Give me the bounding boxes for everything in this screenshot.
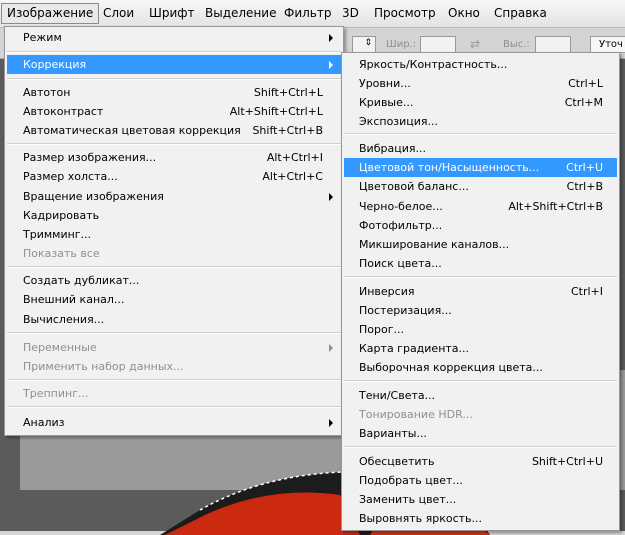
menu-item-photo-filter[interactable]: Фотофильтр...: [344, 216, 617, 235]
menu-item-adjustments[interactable]: Коррекция: [7, 55, 341, 74]
menu-item-crop[interactable]: Кадрировать: [7, 206, 341, 225]
menu-item-trim[interactable]: Тримминг...: [7, 225, 341, 244]
menu-item-trap: Треппинг...: [23, 387, 89, 400]
menu-item-shadows-highlights[interactable]: Тени/Света...: [344, 386, 617, 405]
width-label: Шир.:: [386, 39, 417, 50]
menu-item-apply-image[interactable]: Внешний канал...: [7, 290, 341, 309]
menu-item-color-balance[interactable]: Цветовой баланс... Ctrl+B: [344, 177, 617, 196]
menu-item-canvas-size[interactable]: Размер холста... Alt+Ctrl+C: [7, 167, 341, 186]
menu-item-variations[interactable]: Варианты...: [344, 424, 617, 443]
separator: [7, 266, 341, 268]
menu-item-apply-data-set: Применить набор данных...: [23, 360, 184, 373]
menu-item-gradient-map[interactable]: Карта градиента...: [344, 339, 617, 358]
menu-item-reveal-all: Показать все: [23, 247, 100, 260]
style-dropdown[interactable]: ⇕: [352, 36, 376, 53]
separator: [344, 133, 617, 135]
menu-type[interactable]: Шрифт: [144, 4, 200, 23]
refine-edge-button[interactable]: Уточ: [590, 36, 625, 53]
menu-item-match-color[interactable]: Подобрать цвет...: [344, 471, 617, 490]
menu-item-posterize[interactable]: Постеризация...: [344, 301, 617, 320]
menu-item-image-rotation[interactable]: Вращение изображения: [7, 187, 341, 206]
menu-window[interactable]: Окно: [443, 4, 485, 23]
menu-item-mode[interactable]: Режим: [7, 28, 341, 47]
adjustments-submenu: Яркость/Контрастность... Уровни... Ctrl+…: [341, 52, 620, 531]
menu-item-duplicate[interactable]: Создать дубликат...: [7, 271, 341, 290]
menu-item-invert[interactable]: Инверсия Ctrl+I: [344, 282, 617, 301]
refine-edge-label: Уточ: [599, 39, 623, 50]
separator: [7, 332, 341, 334]
menu-item-curves[interactable]: Кривые... Ctrl+M: [344, 93, 617, 112]
menu-item-threshold[interactable]: Порог...: [344, 320, 617, 339]
menu-item-replace-color[interactable]: Заменить цвет...: [344, 490, 617, 509]
menu-item-auto-tone[interactable]: Автотон Shift+Ctrl+L: [7, 83, 341, 102]
menu-help[interactable]: Справка: [489, 4, 552, 23]
separator: [7, 406, 341, 408]
submenu-arrow-icon: [329, 61, 333, 69]
submenu-arrow-icon: [329, 193, 333, 201]
updown-icon: ⇕: [364, 38, 372, 48]
menu-item-calculations[interactable]: Вычисления...: [7, 310, 341, 329]
menu-item-brightness-contrast[interactable]: Яркость/Контрастность...: [344, 55, 617, 74]
swap-icon[interactable]: ⇄: [470, 37, 480, 51]
menu-item-levels[interactable]: Уровни... Ctrl+L: [344, 74, 617, 93]
menu-item-variables: Переменные: [7, 338, 341, 357]
menu-filter[interactable]: Фильтр: [279, 4, 336, 23]
width-input[interactable]: [420, 36, 456, 53]
menu-select[interactable]: Выделение: [200, 4, 281, 23]
menu-view[interactable]: Просмотр: [369, 4, 441, 23]
submenu-arrow-icon: [329, 419, 333, 427]
separator: [344, 446, 617, 448]
image-menu: Режим Коррекция Автотон Shift+Ctrl+L Авт…: [4, 26, 344, 436]
menu-item-channel-mixer[interactable]: Микширование каналов...: [344, 235, 617, 254]
menu-item-auto-color[interactable]: Автоматическая цветовая коррекция Shift+…: [7, 121, 341, 140]
separator: [7, 143, 341, 145]
separator: [7, 51, 341, 53]
menu-item-color-lookup[interactable]: Поиск цвета...: [344, 254, 617, 273]
separator: [344, 276, 617, 278]
menu-item-hue-saturation[interactable]: Цветовой тон/Насыщенность... Ctrl+U: [344, 158, 617, 177]
menu-layers[interactable]: Слои: [98, 4, 139, 23]
separator: [344, 380, 617, 382]
menu-item-vibrance[interactable]: Вибрация...: [344, 139, 617, 158]
height-input[interactable]: [535, 36, 571, 53]
menu-bar: Изображение Слои Шрифт Выделение Фильтр …: [0, 0, 625, 28]
separator: [7, 78, 341, 80]
menu-item-selective-color[interactable]: Выборочная коррекция цвета...: [344, 358, 617, 377]
menu-item-analysis[interactable]: Анализ: [7, 413, 341, 432]
menu-item-desaturate[interactable]: Обесцветить Shift+Ctrl+U: [344, 452, 617, 471]
menu-item-equalize[interactable]: Выровнять яркость...: [344, 509, 617, 528]
separator: [7, 379, 341, 381]
menu-item-auto-contrast[interactable]: Автоконтраст Alt+Shift+Ctrl+L: [7, 102, 341, 121]
menu-item-hdr-toning: Тонирование HDR...: [359, 408, 473, 421]
menu-item-image-size[interactable]: Размер изображения... Alt+Ctrl+I: [7, 148, 341, 167]
menu-image[interactable]: Изображение: [1, 3, 100, 24]
submenu-arrow-icon: [329, 34, 333, 42]
height-label: Выс.:: [503, 39, 530, 50]
menu-3d[interactable]: 3D: [337, 4, 364, 23]
menu-item-black-white[interactable]: Черно-белое... Alt+Shift+Ctrl+B: [344, 197, 617, 216]
submenu-arrow-icon: [329, 344, 333, 352]
menu-item-exposure[interactable]: Экспозиция...: [344, 112, 617, 131]
